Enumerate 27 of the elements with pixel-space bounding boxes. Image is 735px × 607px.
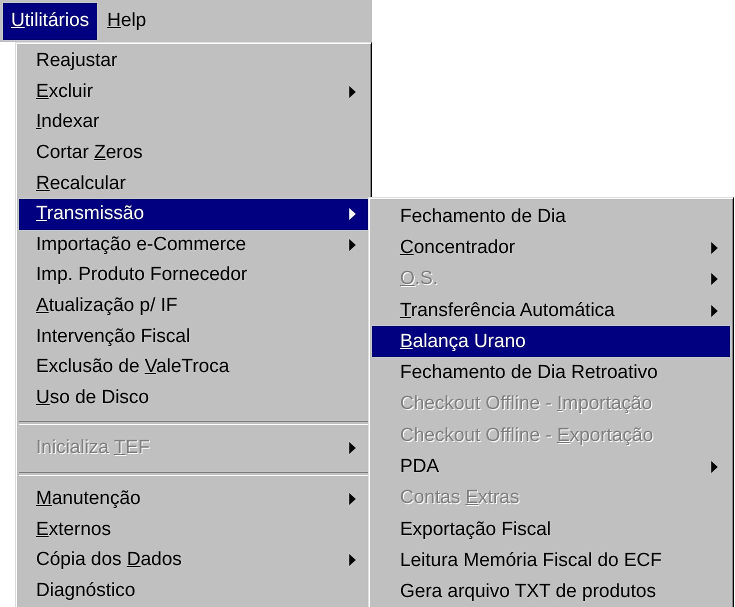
menu-bar-item[interactable]: Help [99,2,154,40]
menu-item[interactable]: Cópia dos Dados [19,544,368,576]
menu-item[interactable]: Indexar [19,107,368,138]
menu-item[interactable]: Importação e-Commerce [19,230,368,260]
menu-item[interactable]: Transferência Automática [372,294,730,326]
menu-item[interactable]: Imp. Produto Fornecedor [19,260,368,291]
menu-item[interactable]: Manutenção [19,484,368,514]
menu-item[interactable]: Cortar Zeros [19,138,368,168]
menu-item[interactable]: Transmissão [19,198,368,230]
menu-item[interactable]: Intervenção Fiscal [19,321,368,352]
menu-item[interactable]: Exportação Fiscal [372,514,730,546]
menu-item[interactable]: Externos [19,514,368,545]
menu-item[interactable]: Atualização p/ IF [19,290,368,322]
menu-item[interactable]: Balança Urano [372,326,730,358]
menu-item[interactable]: Gera arquivo TXT de produtos [372,576,730,607]
menu-bar-item[interactable]: Utilitários [3,2,98,40]
menu-item[interactable]: PDA [372,451,730,483]
menu-item[interactable]: Leitura Memória Fiscal do ECF [372,545,730,577]
menu-item[interactable]: Concentrador [372,232,730,264]
menu-item[interactable]: Fechamento de Dia [372,201,730,232]
menu-item[interactable]: Exclusão de ValeTroca [19,352,368,383]
menu-item[interactable]: Reajustar [19,46,368,77]
menu-item[interactable]: Recalcular [19,168,368,199]
menu-item[interactable]: Diagnóstico [19,576,368,606]
menu-item[interactable]: Uso de Disco [19,382,368,414]
menu-item[interactable]: Excluir [19,76,368,108]
menu-item[interactable]: Fechamento de Dia Retroativo [372,357,730,389]
